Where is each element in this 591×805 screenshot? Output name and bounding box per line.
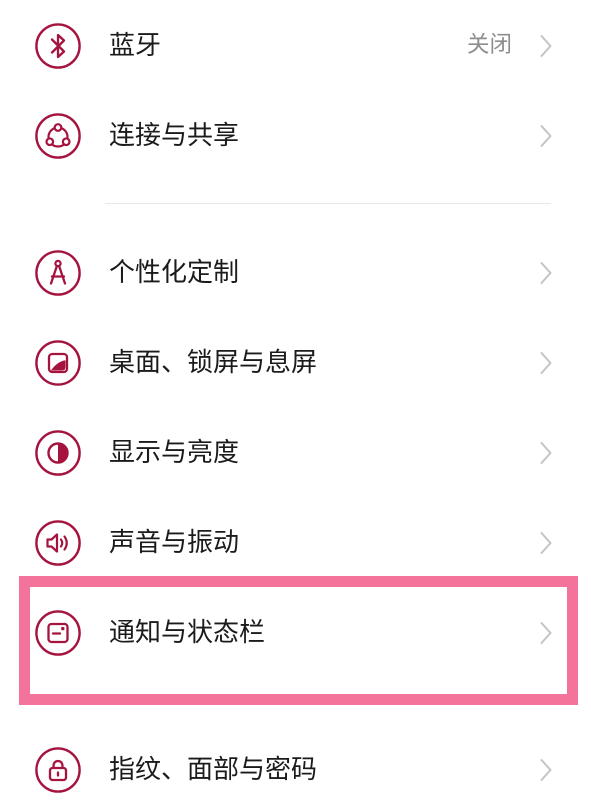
settings-group-security: 指纹、面部与密码: [0, 725, 591, 805]
settings-item-label: 蓝牙: [109, 31, 162, 61]
settings-item-label: 桌面、锁屏与息屏: [109, 348, 318, 378]
chevron-right-icon: [539, 124, 553, 148]
chevron-right-icon: [539, 351, 553, 375]
settings-item-label: 指纹、面部与密码: [109, 755, 318, 785]
settings-item-fingerprint-face-password[interactable]: 指纹、面部与密码: [0, 725, 591, 805]
speaker-icon: [35, 520, 81, 566]
wallpaper-icon: [35, 340, 81, 386]
settings-item-notification-status-bar[interactable]: 通知与状态栏: [0, 588, 591, 678]
settings-item-connection-sharing[interactable]: 连接与共享: [0, 91, 591, 181]
chevron-right-icon: [539, 621, 553, 645]
bluetooth-icon: [35, 23, 81, 69]
chevron-right-icon: [539, 261, 553, 285]
settings-group-connectivity: 蓝牙 关闭 连接与共享: [0, 1, 591, 181]
chevron-right-icon: [539, 758, 553, 782]
settings-group-display: 个性化定制 桌面、锁屏与息屏 显示与亮度 声音与振动 通知与状态栏: [0, 228, 591, 678]
chevron-right-icon: [539, 441, 553, 465]
settings-item-label: 连接与共享: [109, 121, 240, 151]
settings-item-label: 个性化定制: [109, 258, 240, 288]
bluetooth-status-value: 关闭: [466, 32, 512, 58]
lock-icon: [35, 747, 81, 793]
notification-icon: [35, 610, 81, 656]
display-brightness-icon: [35, 430, 81, 476]
settings-screen: 蓝牙 关闭 连接与共享 个性化定制 桌面、锁屏与息屏 显示与亮度 声音与振动 通…: [0, 0, 591, 805]
compass-icon: [35, 250, 81, 296]
section-divider: [105, 203, 551, 204]
settings-item-label: 声音与振动: [109, 528, 240, 558]
settings-item-bluetooth[interactable]: 蓝牙 关闭: [0, 1, 591, 91]
settings-item-sound-vibration[interactable]: 声音与振动: [0, 498, 591, 588]
chevron-right-icon: [539, 34, 553, 58]
share-icon: [35, 113, 81, 159]
chevron-right-icon: [539, 531, 553, 555]
settings-item-display-brightness[interactable]: 显示与亮度: [0, 408, 591, 498]
settings-item-personalization[interactable]: 个性化定制: [0, 228, 591, 318]
settings-item-label: 显示与亮度: [109, 438, 240, 468]
settings-item-label: 通知与状态栏: [109, 618, 266, 648]
settings-item-wallpaper-lockscreen[interactable]: 桌面、锁屏与息屏: [0, 318, 591, 408]
